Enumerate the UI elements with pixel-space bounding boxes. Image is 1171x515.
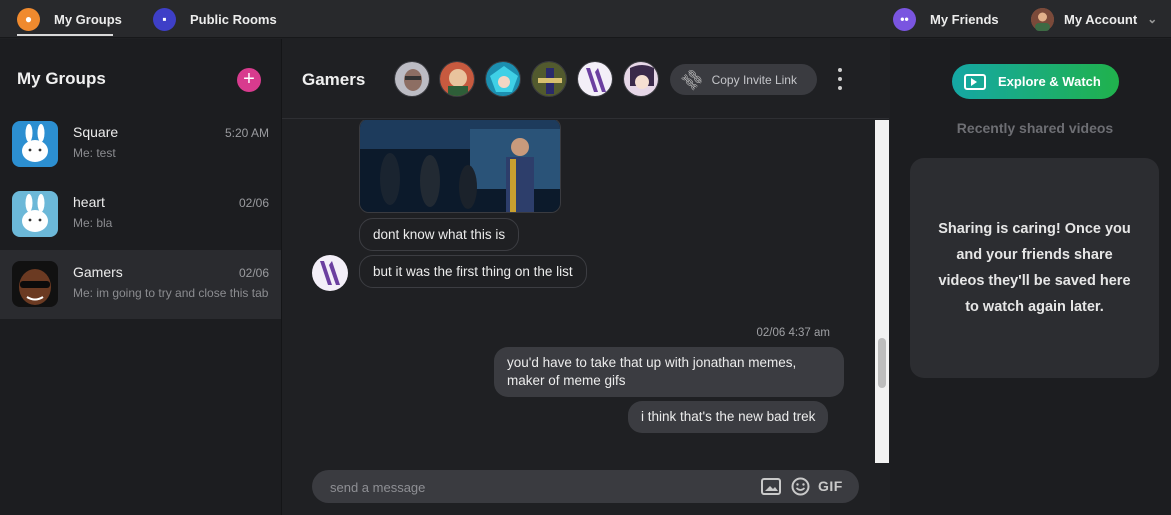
groups-sidebar: My Groups + Square Me: test 5:20 AM hear…: [0, 39, 282, 515]
group-time: 02/06: [238, 266, 269, 280]
sidebar-title: My Groups: [17, 69, 106, 88]
more-options-icon[interactable]: [835, 65, 845, 93]
add-group-button[interactable]: +: [237, 68, 261, 92]
empty-state-card: Sharing is caring! Once you and your fri…: [910, 158, 1159, 378]
shared-image[interactable]: [359, 120, 561, 213]
member-avatar[interactable]: [394, 61, 430, 97]
nav-my-friends[interactable]: •• My Friends: [893, 0, 999, 38]
group-preview: Me: bla: [73, 216, 113, 230]
video-icon: [964, 73, 986, 90]
group-name: Square: [73, 124, 119, 140]
member-avatar[interactable]: [623, 61, 659, 97]
recent-videos-title: Recently shared videos: [956, 120, 1114, 136]
empty-state-message: Sharing is caring! Once you and your fri…: [938, 221, 1131, 315]
member-avatar[interactable]: [485, 61, 521, 97]
group-preview: Me: test: [73, 146, 116, 160]
nav-my-account[interactable]: My Account ⌄: [1031, 0, 1157, 38]
videos-panel: Explore & Watch Recently shared videos S…: [890, 39, 1171, 515]
image-upload-icon[interactable]: [761, 475, 781, 497]
member-avatar[interactable]: [577, 61, 613, 97]
explore-label: Explore & Watch: [998, 74, 1101, 89]
message-bubble: dont know what this is: [359, 218, 520, 251]
message-bubble-own: i think that's the new bad trek: [628, 401, 829, 433]
nav-my-account-label: My Account: [1064, 11, 1138, 27]
group-time: 02/06: [238, 196, 269, 210]
top-nav: ● My Groups ▪ Public Rooms •• My Friends…: [0, 0, 1171, 38]
nav-my-groups-label: My Groups: [54, 11, 122, 27]
member-avatar[interactable]: [439, 61, 475, 97]
invite-label: Copy Invite Link: [711, 72, 797, 87]
chat-header: Gamers ⛓ Copy Invite Link: [282, 39, 889, 119]
copy-invite-link-button[interactable]: ⛓ Copy Invite Link: [670, 64, 817, 95]
group-avatar: [12, 261, 58, 307]
chat-bubbles-icon: ●: [17, 7, 40, 31]
group-avatar: [12, 191, 58, 237]
nav-public-rooms-label: Public Rooms: [190, 11, 277, 27]
group-item-heart[interactable]: heart Me: bla 02/06: [0, 180, 281, 249]
nav-public-rooms[interactable]: ▪ Public Rooms: [153, 0, 277, 38]
friends-icon: ••: [893, 7, 916, 31]
emoji-icon[interactable]: [791, 475, 810, 497]
message-list: dont know what this is but it was the fi…: [282, 120, 875, 463]
nav-my-friends-label: My Friends: [930, 11, 999, 27]
nav-my-groups[interactable]: ● My Groups: [17, 0, 122, 38]
chat-title: Gamers: [302, 70, 366, 89]
group-item-square[interactable]: Square Me: test 5:20 AM: [0, 110, 281, 179]
message-timestamp: 02/06 4:37 am: [756, 327, 830, 339]
scrollbar-thumb[interactable]: [878, 338, 886, 388]
group-time: 5:20 AM: [224, 126, 269, 140]
message-bubble-own: you'd have to take that up with jonathan…: [494, 347, 844, 397]
explore-watch-button[interactable]: Explore & Watch: [952, 64, 1119, 99]
message-bubble: but it was the first thing on the list: [359, 255, 587, 288]
account-avatar: [1031, 7, 1054, 31]
gif-button[interactable]: GIF: [818, 475, 843, 497]
group-preview: Me: im going to try and close this tab: [73, 286, 269, 300]
group-name: Gamers: [73, 264, 123, 280]
active-tab-indicator: [17, 34, 113, 36]
group-avatar: [12, 121, 58, 167]
group-item-gamers[interactable]: Gamers Me: im going to try and close thi…: [0, 250, 281, 319]
chevron-down-icon: ⌄: [1147, 12, 1158, 26]
link-icon: ⛓: [678, 64, 707, 94]
message-input[interactable]: [330, 478, 730, 496]
member-avatar[interactable]: [531, 61, 567, 97]
tv-icon: ▪: [153, 7, 176, 31]
message-scrollbar[interactable]: [875, 120, 889, 463]
group-name: heart: [73, 194, 105, 210]
sender-avatar[interactable]: [312, 255, 348, 291]
message-composer: GIF: [312, 470, 859, 503]
chat-panel: Gamers ⛓ Copy Invite Link dont know what…: [282, 39, 889, 515]
